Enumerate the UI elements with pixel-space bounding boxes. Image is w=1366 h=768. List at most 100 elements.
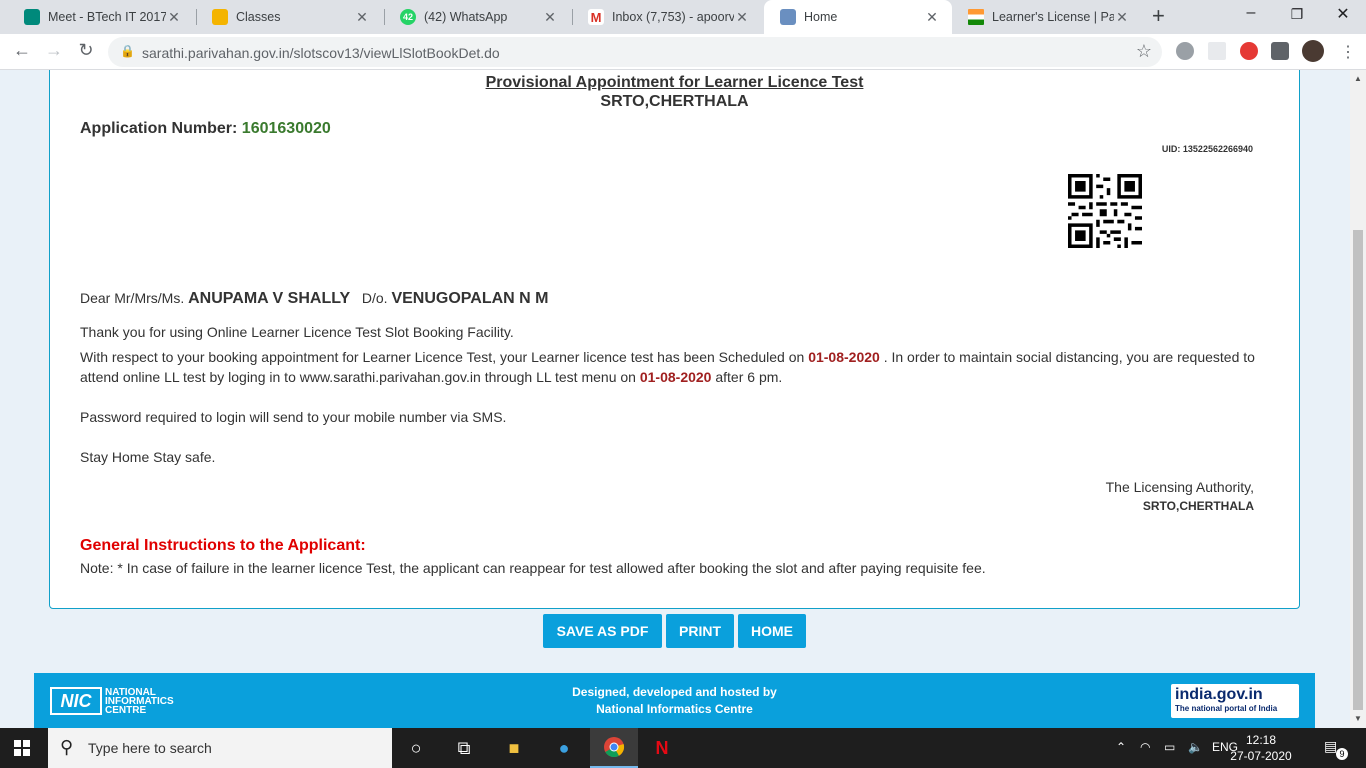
close-icon[interactable]: ✕ <box>166 9 182 26</box>
close-icon[interactable]: ✕ <box>924 9 940 26</box>
india-gov-logo[interactable]: india.gov.in The national portal of Indi… <box>1171 684 1299 718</box>
stay-safe-text: Stay Home Stay safe. <box>80 449 216 465</box>
applicant-name: ANUPAMA V SHALLY <box>188 290 351 307</box>
browser-toolbar: ← → ↻ 🔒 sarathi.parivahan.gov.in/slotsco… <box>0 34 1366 70</box>
sarathi-icon <box>780 9 796 25</box>
tab-learners-license[interactable]: Learner's License | Pariv ✕ <box>952 0 1142 34</box>
save-as-pdf-button[interactable]: SAVE AS PDF <box>543 614 662 648</box>
greeting: Dear Mr/Mrs/Ms. ANUPAMA V SHALLY D/o. VE… <box>80 290 549 308</box>
authority-office: SRTO,CHERTHALA <box>1142 499 1254 513</box>
greeting-prefix: Dear Mr/Mrs/Ms. <box>80 290 185 306</box>
india-flag-icon <box>968 9 984 25</box>
tab-title: Learner's License | Pariv <box>992 10 1114 24</box>
notification-count-badge: 9 <box>1336 748 1348 760</box>
taskbar-search-input[interactable]: ⚲ Type here to search <box>48 728 392 768</box>
page-title: Provisional Appointment for Learner Lice… <box>485 74 864 91</box>
browser-tab-strip: Meet - BTech IT 2017 A ✕ Classes ✕ 42 (4… <box>0 0 1366 34</box>
clock-date: 27-07-2020 <box>1230 749 1292 763</box>
authority-label: The Licensing Authority, <box>1105 479 1254 495</box>
application-number-value: 1601630020 <box>241 120 331 137</box>
india-gov-title: india.gov.in <box>1175 686 1263 703</box>
task-view-icon[interactable]: ⧉ <box>440 728 488 768</box>
extension-badge-icon[interactable] <box>1240 42 1258 60</box>
scroll-down-icon[interactable]: ▼ <box>1354 714 1362 723</box>
window-close-icon[interactable]: ✕ <box>1320 4 1366 24</box>
tab-meet[interactable]: Meet - BTech IT 2017 A ✕ <box>8 0 194 34</box>
schedule-text-1: With respect to your booking appointment… <box>80 349 805 365</box>
system-clock[interactable]: 12:18 27-07-2020 <box>1230 732 1292 764</box>
cortana-icon[interactable]: ○ <box>392 728 440 768</box>
battery-icon[interactable]: ▭ <box>1164 740 1175 754</box>
signature-block: The Licensing Authority, SRTO,CHERTHALA <box>1106 479 1254 513</box>
test-date: 01-08-2020 <box>639 369 712 385</box>
parent-name: VENUGOPALAN N M <box>391 290 549 307</box>
test-date: 01-08-2020 <box>808 349 880 365</box>
chevron-up-icon[interactable]: ⌃ <box>1116 740 1126 754</box>
credit-line: National Informatics Centre <box>596 702 753 716</box>
close-icon[interactable]: ✕ <box>1114 9 1130 26</box>
volume-icon[interactable]: 🔈 <box>1188 740 1203 754</box>
back-icon[interactable]: ← <box>10 40 34 61</box>
page-viewport: Provisional Appointment for Learner Lice… <box>0 70 1350 728</box>
google-meet-icon <box>24 9 40 25</box>
chrome-logo-icon <box>604 737 625 758</box>
close-icon[interactable]: ✕ <box>354 9 370 26</box>
lock-icon: 🔒 <box>120 44 135 58</box>
whatsapp-icon: 42 <box>400 9 416 25</box>
tab-home[interactable]: Home ✕ <box>764 0 952 34</box>
extension-icon[interactable] <box>1208 42 1226 60</box>
tab-title: (42) WhatsApp <box>424 10 508 24</box>
footer-credit: Designed, developed and hosted by Nation… <box>34 684 1315 718</box>
application-label: Application Number: <box>80 120 238 137</box>
appointment-card: Provisional Appointment for Learner Lice… <box>49 70 1300 609</box>
reload-icon[interactable]: ↻ <box>74 40 98 61</box>
scroll-up-icon[interactable]: ▲ <box>1354 74 1362 83</box>
home-button[interactable]: HOME <box>738 614 806 648</box>
tab-title: Inbox (7,753) - apoorva <box>612 10 734 24</box>
tab-title: Meet - BTech IT 2017 A <box>48 10 166 24</box>
extension-icon[interactable] <box>1176 42 1194 60</box>
url-text[interactable]: sarathi.parivahan.gov.in/slotscov13/view… <box>142 45 500 61</box>
india-gov-tagline: The national portal of India <box>1175 704 1278 713</box>
vertical-scrollbar[interactable]: ▲ ▼ <box>1350 70 1366 728</box>
tab-title: Classes <box>236 10 281 24</box>
gmail-icon: M <box>588 9 604 25</box>
avatar[interactable] <box>1302 40 1324 62</box>
application-number: Application Number: 1601630020 <box>80 120 331 138</box>
wifi-icon[interactable]: ◠ <box>1140 740 1150 754</box>
scrollbar-thumb[interactable] <box>1353 230 1363 710</box>
close-icon[interactable]: ✕ <box>542 9 558 26</box>
forward-icon[interactable]: → <box>42 40 66 61</box>
tab-gmail[interactable]: M Inbox (7,753) - apoorva ✕ <box>572 0 762 34</box>
puzzle-icon[interactable] <box>1271 42 1289 60</box>
file-explorer-icon[interactable]: ■ <box>490 728 538 768</box>
menu-kebab-icon[interactable]: ⋮ <box>1340 42 1356 62</box>
relation-label: D/o. <box>361 290 388 306</box>
office-name: SRTO,CHERTHALA <box>600 93 749 110</box>
qr-code-icon <box>1068 174 1142 248</box>
netflix-icon[interactable]: N <box>638 728 686 768</box>
windows-start-icon[interactable] <box>14 740 30 756</box>
new-tab-button[interactable]: + <box>1152 3 1165 29</box>
minimize-icon[interactable]: – <box>1228 4 1274 22</box>
address-bar[interactable]: 🔒 sarathi.parivahan.gov.in/slotscov13/vi… <box>108 37 1162 67</box>
bookmark-star-icon[interactable]: ☆ <box>1136 41 1152 62</box>
password-note: Password required to login will send to … <box>80 409 507 425</box>
schedule-text-3: after 6 pm. <box>715 369 783 385</box>
credit-line: Designed, developed and hosted by <box>572 685 777 699</box>
schedule-text: With respect to your booking appointment… <box>80 347 1270 387</box>
edge-icon[interactable]: ● <box>540 728 588 768</box>
close-icon[interactable]: ✕ <box>734 9 750 26</box>
tab-title: Home <box>804 10 838 24</box>
windows-taskbar: ⚲ Type here to search ○ ⧉ ■ ● N ⌃ ◠ ▭ 🔈 … <box>0 728 1366 768</box>
instructions-note: Note: * In case of failure in the learne… <box>80 560 986 576</box>
search-placeholder: Type here to search <box>88 740 212 756</box>
instructions-title: General Instructions to the Applicant: <box>80 537 366 554</box>
restore-icon[interactable]: ❐ <box>1274 6 1320 23</box>
tab-whatsapp[interactable]: 42 (42) WhatsApp ✕ <box>384 0 570 34</box>
footer: NIC NATIONAL INFORMATICS CENTRE Designed… <box>34 673 1315 728</box>
print-button[interactable]: PRINT <box>666 614 734 648</box>
tab-classes[interactable]: Classes ✕ <box>196 0 382 34</box>
thanks-text: Thank you for using Online Learner Licen… <box>80 324 514 340</box>
chrome-icon[interactable] <box>590 728 638 768</box>
